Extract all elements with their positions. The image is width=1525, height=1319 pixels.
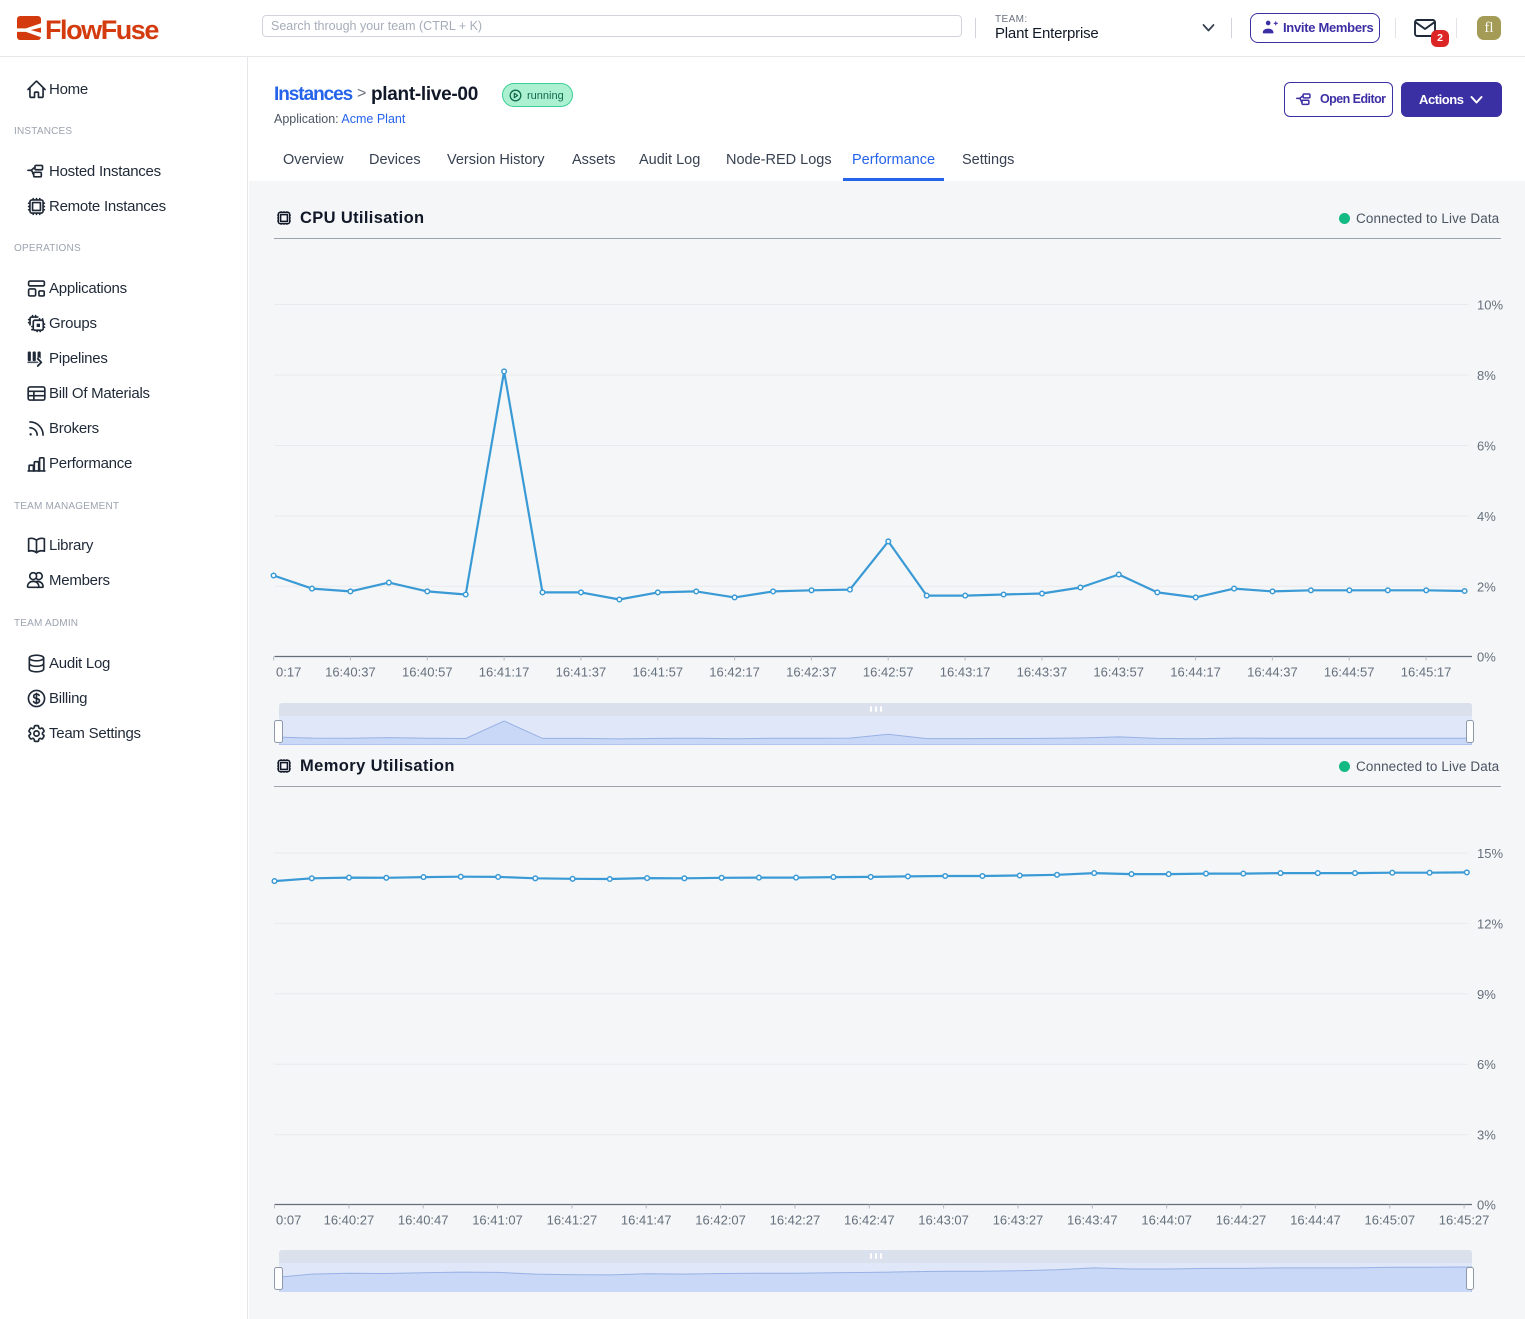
svg-text:16:42:47: 16:42:47 [844,1213,895,1228]
svg-text:16:44:47: 16:44:47 [1290,1213,1341,1228]
svg-text:16:44:37: 16:44:37 [1247,665,1298,680]
svg-text:16:44:07: 16:44:07 [1141,1213,1192,1228]
svg-text:8%: 8% [1477,368,1496,383]
svg-text:16:44:27: 16:44:27 [1216,1213,1267,1228]
svg-text:16:41:37: 16:41:37 [556,665,607,680]
svg-text:16:43:17: 16:43:17 [940,665,991,680]
svg-text:16:41:27: 16:41:27 [547,1213,598,1228]
svg-text:3%: 3% [1477,1128,1496,1143]
svg-text:16:43:37: 16:43:37 [1017,665,1068,680]
svg-text:16:45:17: 16:45:17 [1401,665,1452,680]
svg-text:16:45:07: 16:45:07 [1364,1213,1415,1228]
svg-text:16:43:07: 16:43:07 [918,1213,969,1228]
svg-text:16:43:57: 16:43:57 [1093,665,1144,680]
svg-text:16:41:47: 16:41:47 [621,1213,672,1228]
svg-text:16:42:57: 16:42:57 [863,665,914,680]
svg-text:16:42:17: 16:42:17 [709,665,760,680]
svg-text:16:44:17: 16:44:17 [1170,665,1221,680]
svg-text:16:42:27: 16:42:27 [770,1213,821,1228]
svg-text:16:41:17: 16:41:17 [479,665,530,680]
svg-text:16:42:37: 16:42:37 [786,665,837,680]
svg-text:16:40:47: 16:40:47 [398,1213,449,1228]
svg-text:9%: 9% [1477,987,1496,1002]
svg-text:16:43:27: 16:43:27 [993,1213,1044,1228]
svg-text:16:43:47: 16:43:47 [1067,1213,1118,1228]
svg-text:0:07: 0:07 [276,1213,301,1228]
svg-text:16:41:57: 16:41:57 [632,665,683,680]
svg-text:12%: 12% [1477,916,1503,931]
svg-text:16:41:07: 16:41:07 [472,1213,523,1228]
svg-text:4%: 4% [1477,509,1496,524]
svg-text:16:42:07: 16:42:07 [695,1213,746,1228]
svg-text:0%: 0% [1477,650,1496,665]
svg-text:16:45:27: 16:45:27 [1439,1213,1490,1228]
svg-text:16:40:27: 16:40:27 [324,1213,375,1228]
svg-text:10%: 10% [1477,298,1503,313]
svg-text:6%: 6% [1477,1057,1496,1072]
svg-text:16:44:57: 16:44:57 [1324,665,1375,680]
svg-text:15%: 15% [1477,846,1503,861]
svg-text:0:17: 0:17 [276,665,301,680]
svg-text:16:40:37: 16:40:37 [325,665,376,680]
svg-text:0%: 0% [1477,1198,1496,1213]
svg-text:2%: 2% [1477,579,1496,594]
svg-text:6%: 6% [1477,439,1496,454]
svg-text:16:40:57: 16:40:57 [402,665,453,680]
